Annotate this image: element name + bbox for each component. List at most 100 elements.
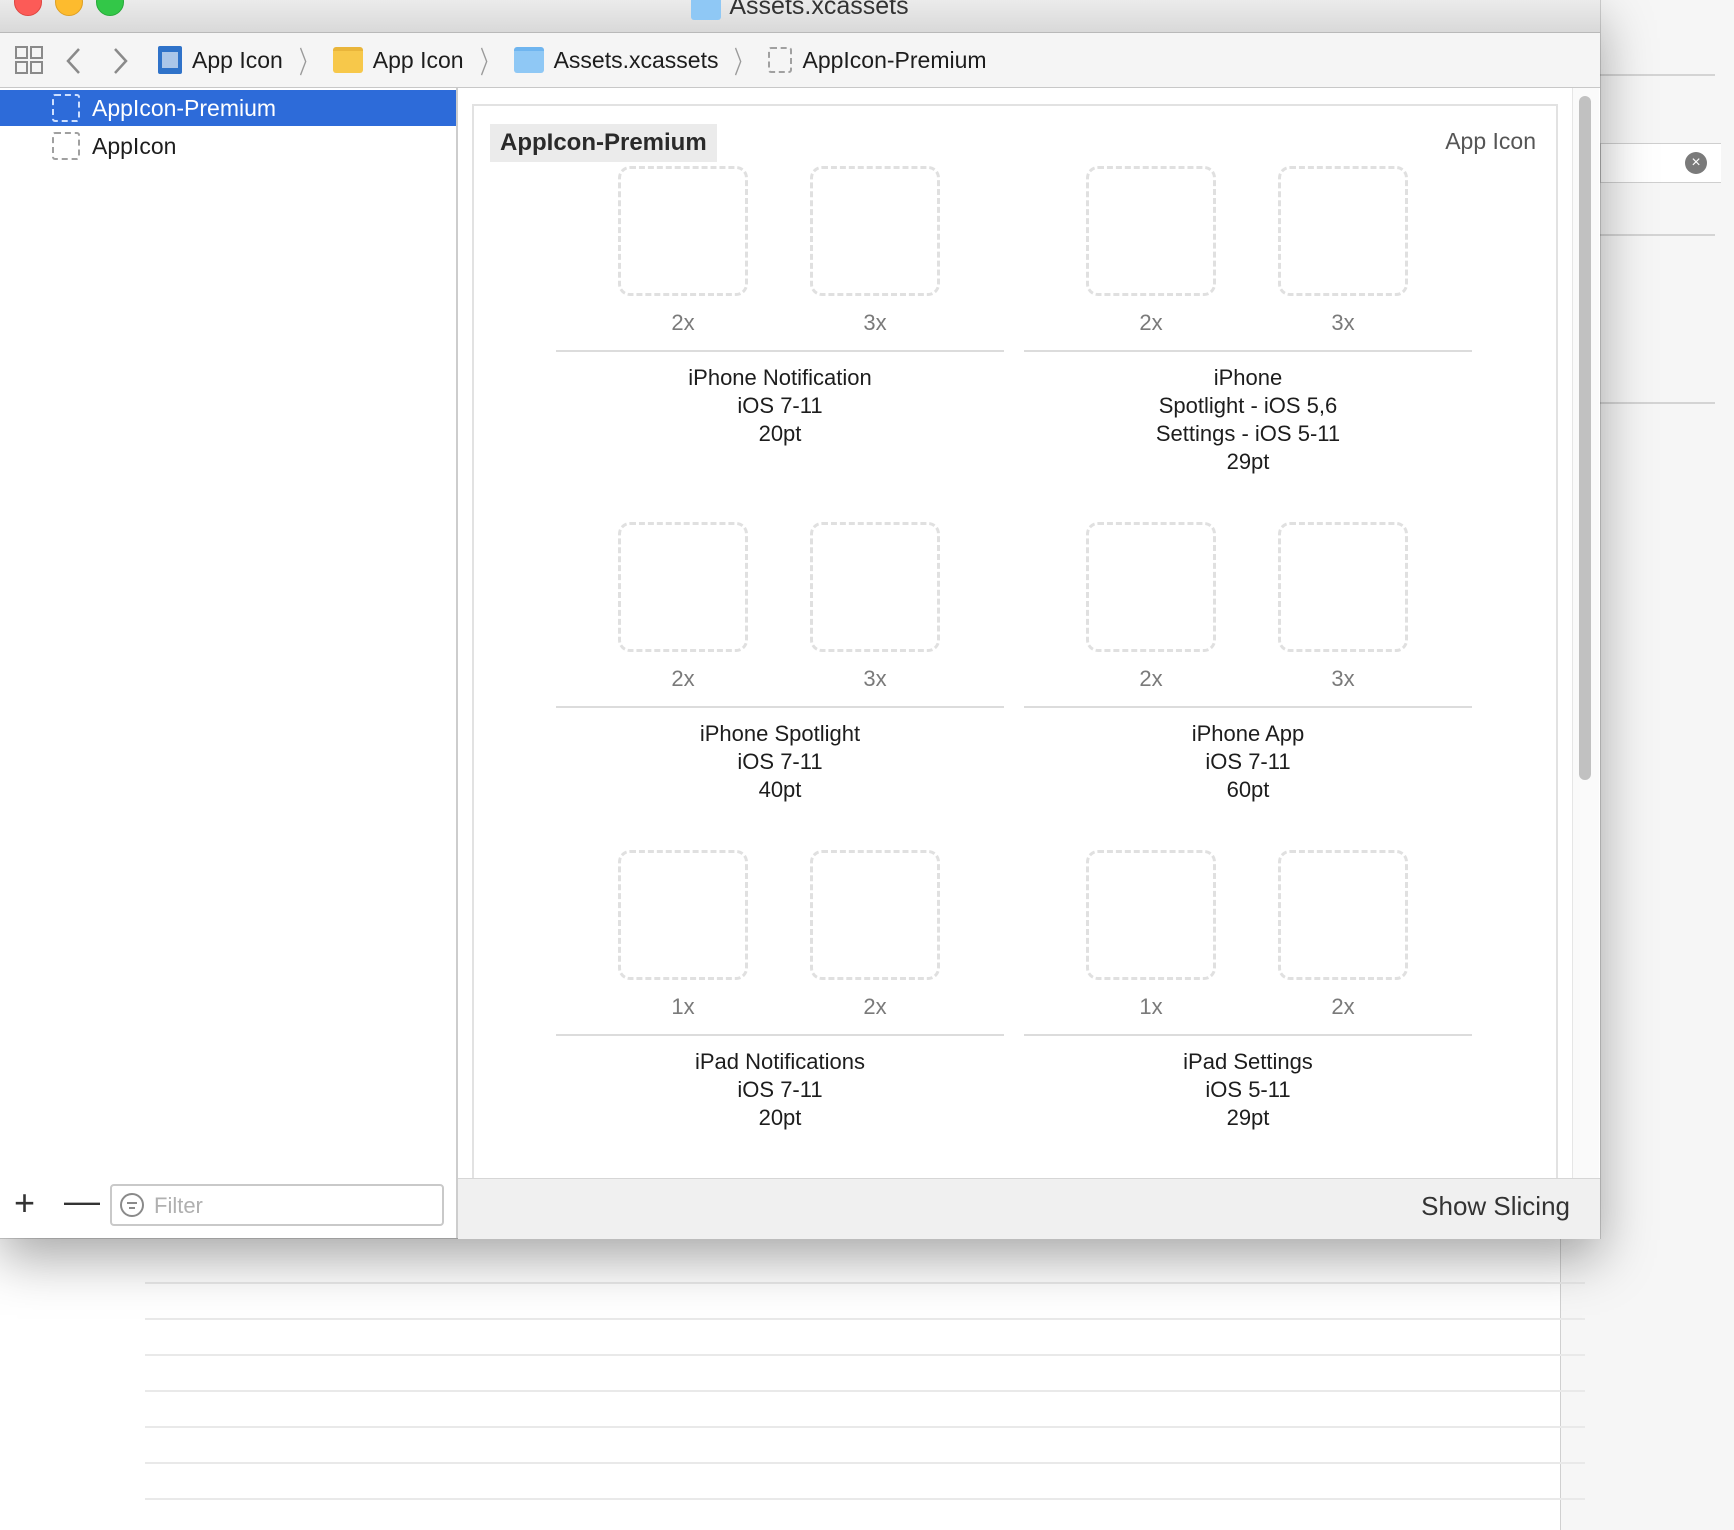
- scale-label: 2x: [1331, 994, 1355, 1019]
- icon-slot[interactable]: [810, 850, 940, 980]
- divider: [556, 350, 1004, 352]
- list-row: [145, 1318, 1585, 1320]
- icon-group-line: iOS 7-11: [737, 749, 823, 774]
- icon-group-line: iOS 7-11: [737, 1077, 823, 1102]
- add-asset-button[interactable]: +: [14, 1182, 35, 1224]
- sidebar-item-appicon[interactable]: AppIcon: [0, 128, 456, 164]
- icon-group-line: iPad Notifications: [695, 1049, 865, 1074]
- filter-field: [110, 1184, 444, 1226]
- icon-slot[interactable]: [1086, 850, 1216, 980]
- icon-group-line: 20pt: [758, 1105, 802, 1130]
- list-row: [145, 1426, 1585, 1428]
- icon-slot[interactable]: [810, 166, 940, 296]
- related-items-grid-icon[interactable]: [14, 45, 44, 75]
- filter-icon: [120, 1193, 144, 1217]
- icon-slot[interactable]: [1086, 522, 1216, 652]
- chevron-left-icon[interactable]: [64, 46, 84, 76]
- breadcrumb-item-group[interactable]: App Icon: [332, 46, 464, 74]
- icon-group-line: iPhone Notification: [688, 365, 872, 390]
- list-row: [145, 1282, 1585, 1284]
- breadcrumb-label: App Icon: [192, 46, 283, 73]
- appicon-set-panel: AppIcon-Premium App Icon 2x 3x iPhone No…: [472, 104, 1558, 1178]
- breadcrumb-item-appicon-set[interactable]: AppIcon-Premium: [768, 46, 987, 74]
- editor-footer: Show Slicing: [458, 1178, 1600, 1239]
- breadcrumb-separator-icon: 〉: [734, 47, 753, 80]
- icon-group-line: iPhone App: [1191, 721, 1305, 746]
- breadcrumb-separator-icon: 〉: [479, 47, 498, 80]
- icon-group-line: 29pt: [1226, 1105, 1270, 1130]
- icon-slot[interactable]: [618, 166, 748, 296]
- set-name-label: AppIcon-Premium: [490, 124, 717, 162]
- icon-group-label: iPhone Spotlight - iOS 5,6 Settings - iO…: [1024, 364, 1472, 476]
- xcode-window: Assets.xcassets App Icon 〉 App Icon 〉 As…: [0, 0, 1600, 1239]
- breadcrumb-label: Assets.xcassets: [553, 46, 719, 73]
- show-slicing-button[interactable]: Show Slicing: [1421, 1191, 1570, 1222]
- title-bar: Assets.xcassets: [0, 0, 1600, 33]
- breadcrumb-label: AppIcon-Premium: [802, 46, 987, 73]
- list-row: [145, 1390, 1585, 1392]
- sidebar-item-appicon-premium[interactable]: AppIcon-Premium: [0, 90, 456, 126]
- icon-slot[interactable]: [1278, 522, 1408, 652]
- icon-group-line: iOS 7-11: [1205, 749, 1291, 774]
- scale-label: 2x: [671, 310, 695, 335]
- breadcrumb: App Icon 〉 App Icon 〉 Assets.xcassets 〉 …: [158, 33, 987, 87]
- scale-label: 3x: [1331, 666, 1355, 691]
- icon-slot[interactable]: [618, 850, 748, 980]
- divider: [556, 706, 1004, 708]
- background-list: [145, 1240, 1585, 1530]
- icon-group-line: iOS 7-11: [737, 393, 823, 418]
- icon-group-line: 20pt: [758, 421, 802, 446]
- icon-group-line: iOS 5-11: [1205, 1077, 1291, 1102]
- divider: [1024, 1034, 1472, 1036]
- sidebar-item-label: AppIcon: [92, 132, 177, 159]
- folder-icon: [332, 47, 363, 73]
- icon-group-line: iPhone Spotlight: [699, 721, 861, 746]
- sidebar-footer: + —: [0, 1172, 456, 1238]
- scale-label: 1x: [1139, 994, 1163, 1019]
- icon-slot[interactable]: [1278, 850, 1408, 980]
- background-search-field[interactable]: ×: [1600, 143, 1721, 183]
- icon-group-label: iPhone Spotlight iOS 7-11 40pt: [556, 720, 1004, 804]
- breadcrumb-item-asset-catalog[interactable]: Assets.xcassets: [513, 46, 719, 74]
- scale-label: 2x: [1139, 666, 1163, 691]
- scale-label: 2x: [671, 666, 695, 691]
- clear-icon[interactable]: ×: [1685, 152, 1707, 174]
- icon-group-label: iPad Settings iOS 5-11 29pt: [1024, 1048, 1472, 1132]
- divider: [1024, 706, 1472, 708]
- chevron-right-icon[interactable]: [110, 46, 130, 76]
- icon-slot[interactable]: [810, 522, 940, 652]
- divider: [556, 1034, 1004, 1036]
- asset-catalog-icon: [513, 47, 544, 73]
- appicon-set-icon: [52, 132, 80, 160]
- icon-slot[interactable]: [618, 522, 748, 652]
- icon-group-line: 60pt: [1226, 777, 1270, 802]
- icon-slot[interactable]: [1086, 166, 1216, 296]
- folder-icon: [691, 0, 722, 20]
- sidebar-item-label: AppIcon-Premium: [92, 94, 277, 121]
- scale-label: 2x: [1139, 310, 1163, 335]
- icon-group-label: iPad Notifications iOS 7-11 20pt: [556, 1048, 1004, 1132]
- filter-input[interactable]: [152, 1188, 436, 1224]
- list-row: [145, 1498, 1585, 1500]
- scale-label: 2x: [863, 994, 887, 1019]
- scale-label: 1x: [671, 994, 695, 1019]
- appicon-set-icon: [768, 47, 793, 73]
- set-type-label: App Icon: [1445, 128, 1536, 154]
- icon-group-line: Settings - iOS 5-11: [1155, 421, 1341, 446]
- remove-asset-button[interactable]: —: [64, 1180, 100, 1222]
- breadcrumb-label: App Icon: [372, 46, 464, 73]
- icon-slot[interactable]: [1278, 166, 1408, 296]
- breadcrumb-item-project[interactable]: App Icon: [158, 46, 283, 74]
- jump-bar: App Icon 〉 App Icon 〉 Assets.xcassets 〉 …: [0, 33, 1600, 88]
- icon-group-label: iPhone Notification iOS 7-11 20pt: [556, 364, 1004, 448]
- asset-editor: AppIcon-Premium App Icon 2x 3x iPhone No…: [458, 88, 1600, 1178]
- icon-group-line: 29pt: [1226, 449, 1270, 474]
- appicon-set-icon: [52, 94, 80, 122]
- icon-group-line: 40pt: [758, 777, 802, 802]
- scale-label: 3x: [1331, 310, 1355, 335]
- icon-group-line: Spotlight - iOS 5,6: [1158, 393, 1338, 418]
- scrollbar-thumb[interactable]: [1579, 96, 1591, 780]
- scale-label: 3x: [863, 666, 887, 691]
- breadcrumb-separator-icon: 〉: [298, 47, 317, 80]
- divider: [1024, 350, 1472, 352]
